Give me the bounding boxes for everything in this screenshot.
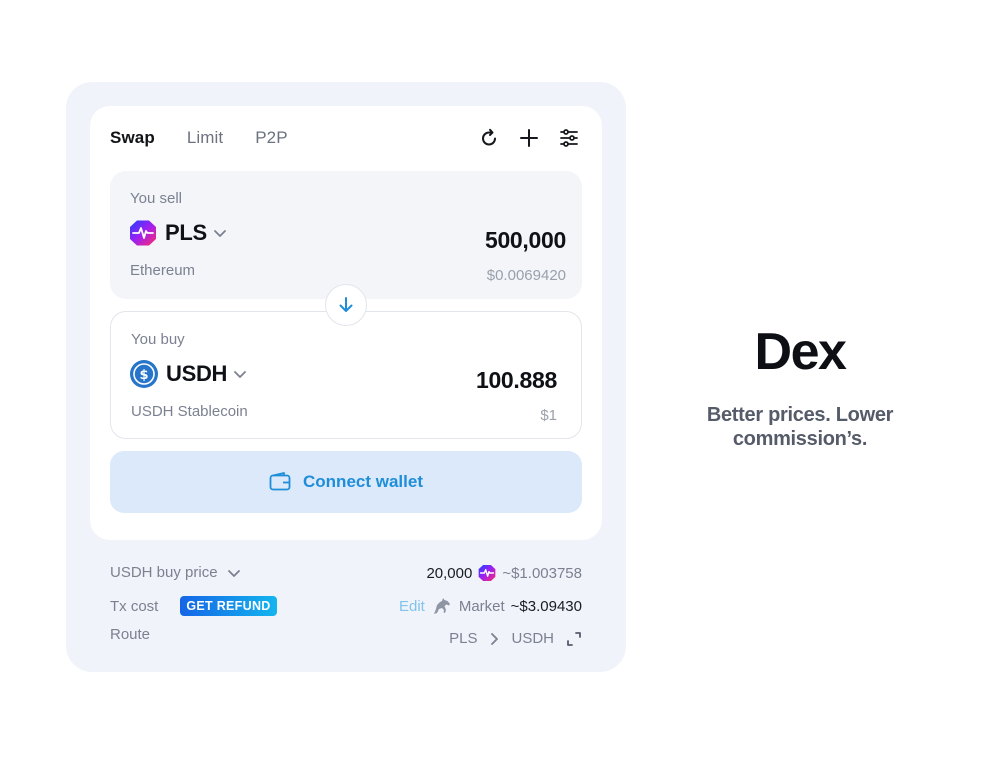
tx-cost-label: Tx cost	[110, 597, 159, 615]
plus-icon[interactable]	[518, 127, 540, 149]
tx-cost-group: Tx cost GET REFUND	[110, 596, 277, 616]
chevron-down-icon	[226, 565, 242, 581]
buy-price-value: 20,000	[426, 564, 473, 582]
connect-wallet-button[interactable]: Connect wallet	[110, 451, 582, 513]
chevron-right-icon	[487, 632, 501, 646]
swap-widget-container: Swap Limit P2P You sell PLS Ethereum 500…	[66, 82, 626, 672]
route-from: PLS	[449, 630, 478, 647]
tab-swap[interactable]: Swap	[110, 128, 155, 148]
market-value: ~$3.09430	[510, 597, 582, 615]
sell-token-symbol: PLS	[165, 220, 207, 245]
sell-token-selector[interactable]: PLS	[129, 219, 228, 247]
chevron-down-icon	[232, 366, 248, 382]
buy-token-symbol: USDH	[166, 361, 228, 386]
market-label: Market	[458, 597, 505, 615]
tx-cost-value-group: Edit Market ~$3.09430	[399, 596, 582, 616]
buy-price-toggle[interactable]: USDH buy price	[110, 564, 242, 581]
sell-panel: You sell PLS Ethereum 500,000 $0.0069420	[110, 171, 582, 299]
sliders-icon[interactable]	[558, 127, 580, 149]
buy-amount-input[interactable]: 100.888	[476, 367, 557, 394]
buy-price-usd: ~$1.003758	[502, 564, 582, 582]
route-label: Route	[110, 626, 151, 643]
arrow-down-icon	[339, 297, 353, 312]
edit-link[interactable]: Edit	[399, 598, 425, 615]
horse-icon	[431, 596, 453, 616]
swap-direction-button[interactable]	[325, 284, 367, 326]
sell-amount-input[interactable]: 500,000	[485, 227, 566, 254]
sell-label: You sell	[130, 190, 182, 207]
pls-token-icon	[129, 219, 157, 247]
route-path[interactable]: PLS USDH	[449, 630, 582, 647]
usdh-token-icon: $	[130, 360, 158, 388]
buy-label: You buy	[131, 331, 185, 348]
buy-usd-value: $1	[540, 407, 557, 424]
pls-token-icon	[478, 564, 496, 582]
hero-title: Dex	[754, 323, 847, 381]
wallet-icon	[269, 472, 291, 492]
toolbar	[478, 127, 580, 149]
buy-network: USDH Stablecoin	[131, 403, 248, 420]
buy-panel: You buy $ USDH USDH Stablecoin 100.888 $…	[110, 311, 582, 439]
chevron-down-icon	[212, 225, 228, 241]
get-refund-badge[interactable]: GET REFUND	[180, 596, 277, 616]
buy-price-value-group: 20,000 ~$1.003758	[426, 564, 582, 582]
refresh-icon[interactable]	[478, 127, 500, 149]
buy-token-selector[interactable]: $ USDH	[130, 360, 248, 388]
sell-network: Ethereum	[130, 262, 196, 279]
swap-card: Swap Limit P2P You sell PLS Ethereum 500…	[90, 106, 602, 540]
hero-subtitle-line-2: commission’s.	[732, 428, 868, 450]
svg-text:$: $	[139, 368, 148, 383]
expand-icon[interactable]	[566, 631, 582, 647]
route-to: USDH	[511, 630, 554, 647]
swap-tabs: Swap Limit P2P	[110, 128, 288, 148]
tab-limit[interactable]: Limit	[187, 128, 223, 148]
buy-price-label: USDH buy price	[110, 564, 218, 581]
hero-subtitle: Better prices. Lower commission’s.	[680, 403, 920, 451]
sell-usd-value: $0.0069420	[486, 267, 566, 284]
tab-p2p[interactable]: P2P	[255, 128, 287, 148]
connect-wallet-label: Connect wallet	[303, 472, 423, 491]
hero-subtitle-line-1: Better prices. Lower	[706, 404, 894, 426]
route-label-group: Route	[110, 626, 150, 643]
